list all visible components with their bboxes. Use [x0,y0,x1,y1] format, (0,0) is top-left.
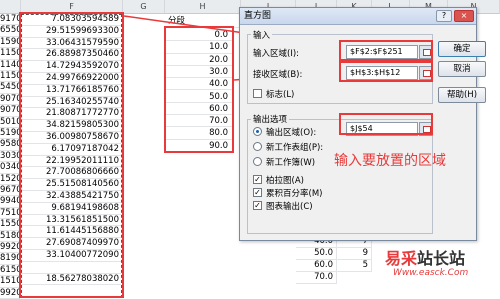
input-range-label: 输入区域(I): [253,49,300,59]
range-picker-icon[interactable] [419,122,433,136]
histogram-dialog: 直方图 ? × 输入 输入区域(I): $F$2:$F$251 接收区域(B):… [239,7,486,241]
new-sheet-label: 新工作表组(P): [266,143,324,153]
help-button[interactable]: 帮助(H) [438,87,486,103]
input-range-field[interactable]: $F$2:$F$251 [346,45,418,59]
ok-button[interactable]: 确定 [438,41,486,57]
input-group-label: 输入 [251,29,273,41]
new-sheet-radio[interactable] [253,142,262,151]
bin-range-field[interactable]: $H$3:$H$12 [346,66,418,80]
labels-label: 标志(L) [266,90,295,100]
cumulative-label: 累积百分率(M) [266,189,323,199]
chart-output-checkbox[interactable]: ✓ [253,201,262,210]
pareto-label: 柏拉图(A) [266,176,304,186]
cancel-button[interactable]: 取消 [438,61,486,77]
range-picker-icon[interactable] [419,45,433,59]
output-range-field[interactable]: $J$54 [346,122,418,136]
bin-range-label: 接收区域(B): [253,70,303,80]
help-icon[interactable]: ? [436,10,452,22]
close-icon[interactable]: × [454,10,474,22]
range-picker-icon[interactable] [419,66,433,80]
chart-output-label: 图表输出(C) [266,202,313,212]
output-group-label: 输出选项 [251,113,290,125]
annotation-text: 输入要放置的区域 [334,153,446,169]
dialog-title: 直方图 [244,11,272,21]
cumulative-checkbox[interactable]: ✓ [253,188,262,197]
dialog-titlebar[interactable]: 直方图 ? × [240,8,476,25]
new-workbook-label: 新工作簿(W) [266,158,316,168]
labels-checkbox[interactable] [253,89,262,98]
output-range-radio[interactable] [253,127,262,136]
output-range-label: 输出区域(O): [266,128,317,138]
pareto-checkbox[interactable]: ✓ [253,175,262,184]
watermark-url: Www.easck.Com [393,268,469,278]
new-workbook-radio[interactable] [253,157,262,166]
watermark-logo: 易采站长站 [385,249,466,268]
